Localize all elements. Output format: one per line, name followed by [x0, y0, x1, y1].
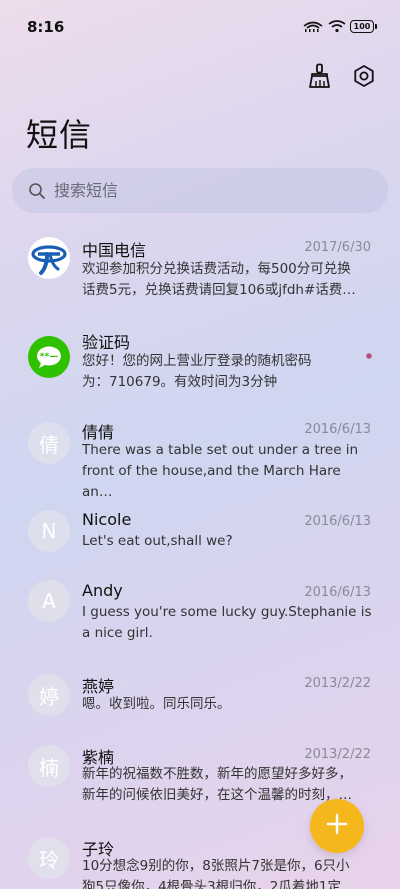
message-preview: 10分想念9别的你，8张照片7张是你，6只小 狗5只像你，4根骨头3根归你，2瓜…: [82, 856, 372, 889]
contact-name: 中国电信: [82, 241, 147, 260]
status-bar: 8:16 100: [0, 0, 400, 56]
search-input[interactable]: [54, 181, 354, 200]
contact-name: 验证码: [82, 333, 131, 352]
page-title: 短信: [26, 116, 93, 154]
preview-line: 狗5只像你，4根骨头3根归你，2瓜着地1定: [82, 879, 341, 889]
battery-icon: 100: [350, 20, 377, 33]
message-item-china-telecom[interactable]: 中国电信 2017/6/30 欢迎参加积分兑换话费活动，每500分可兑换 话费5…: [0, 224, 400, 316]
plus-icon: [326, 813, 348, 839]
message-preview: 您好！您的网上营业厅登录的随机密码 为：710679。有效时间为3分钟: [82, 351, 372, 393]
clean-button[interactable]: [306, 63, 334, 93]
preview-line: 10分想念9别的你，8张照片7张是你，6只小: [82, 858, 350, 874]
message-date: 2016/6/13: [304, 585, 371, 600]
new-message-button[interactable]: [310, 799, 364, 853]
message-date: 2017/6/30: [304, 240, 371, 255]
message-item-andy[interactable]: A Andy 2016/6/13 I guess you're some luc…: [0, 572, 400, 664]
message-preview: There was a table set out under a tree i…: [82, 440, 372, 503]
preview-line: 嗯。收到啦。同乐同乐。: [82, 696, 231, 712]
avatar: N: [28, 510, 70, 552]
preview-line: 欢迎参加积分兑换话费活动，每500分可兑换: [82, 261, 351, 277]
message-item-qianqian[interactable]: 倩 倩倩 2016/6/13 There was a table set out…: [0, 408, 400, 500]
message-date: 2016/6/13: [304, 422, 371, 437]
message-preview: 欢迎参加积分兑换话费活动，每500分可兑换 话费5元，兑换话费请回复106或jf…: [82, 259, 372, 301]
contact-name: Nicole: [82, 510, 132, 529]
message-date: 2013/2/22: [304, 747, 371, 762]
preview-line: There was a table set out under a tree i…: [82, 442, 359, 458]
status-time: 8:16: [27, 18, 65, 36]
message-item-nicole[interactable]: N Nicole 2016/6/13 Let's eat out,shall w…: [0, 500, 400, 572]
settings-button[interactable]: [350, 64, 378, 92]
message-date: 2016/6/13: [304, 514, 371, 529]
message-item-yanting[interactable]: 婷 燕婷 2013/2/22 嗯。收到啦。同乐同乐。: [0, 664, 400, 736]
avatar: 楠: [28, 745, 70, 787]
message-item-verification[interactable]: **— 验证码 您好！您的网上营业厅登录的随机密码 为：710679。有效时间为…: [0, 316, 400, 408]
contact-name: Andy: [82, 581, 123, 600]
message-preview: I guess you're some lucky guy.Stephanie …: [82, 602, 372, 644]
wifi-icon: [328, 20, 346, 33]
search-bar[interactable]: [12, 168, 388, 213]
top-toolbar: [306, 63, 378, 93]
preview-line: Let's eat out,shall we?: [82, 533, 233, 549]
preview-line: 为：710679。有效时间为3分钟: [82, 374, 278, 390]
avatar: 玲: [28, 837, 70, 879]
preview-line: I guess you're some lucky guy.Stephanie …: [82, 604, 372, 620]
avatar: 倩: [28, 422, 70, 464]
message-preview: Let's eat out,shall we?: [82, 531, 372, 552]
china-telecom-logo: [28, 237, 70, 279]
preview-line: a nice girl.: [82, 625, 153, 641]
signal-icon: [302, 20, 324, 33]
chat-bubble-icon: **—: [28, 336, 70, 378]
avatar: 婷: [28, 674, 70, 716]
preview-line: 您好！您的网上营业厅登录的随机密码: [82, 353, 312, 369]
preview-line: front of the house,and the March Hare an…: [82, 463, 341, 500]
status-icons: 100: [302, 20, 377, 33]
message-preview: 嗯。收到啦。同乐同乐。: [82, 694, 372, 715]
avatar: A: [28, 580, 70, 622]
message-date: 2013/2/22: [304, 676, 371, 691]
search-icon: [28, 182, 46, 200]
svg-text:**—: **—: [40, 352, 58, 362]
broom-icon: [308, 63, 332, 93]
preview-line: 话费5元，兑换话费请回复106或jfdh#话费…: [82, 282, 356, 298]
gear-icon: [352, 64, 376, 92]
preview-line: 新年的祝福数不胜数，新年的愿望好多好多，: [82, 766, 352, 782]
